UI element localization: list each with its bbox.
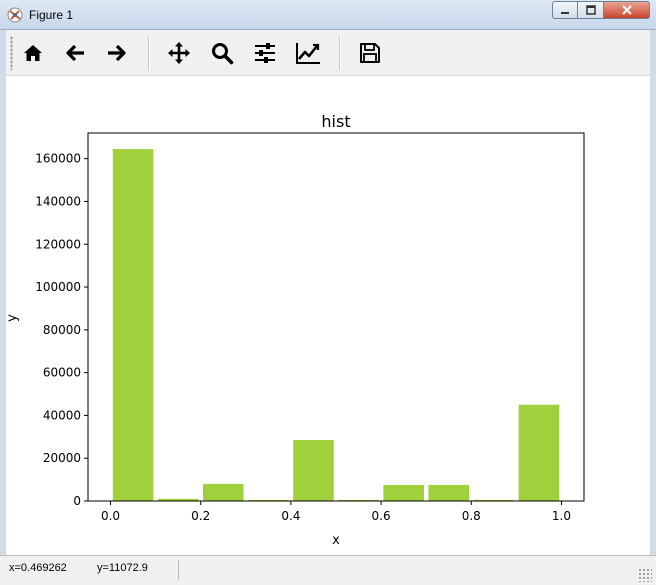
- save-floppy-icon: [360, 43, 380, 63]
- minimize-button[interactable]: [552, 1, 578, 19]
- resize-grip[interactable]: [638, 568, 652, 582]
- back-arrow-icon: [66, 44, 84, 62]
- maximize-icon: [585, 5, 596, 15]
- zoom-magnifier-icon: [212, 43, 234, 65]
- axes-frame: [87, 132, 585, 502]
- y-tick-label: 140000: [35, 194, 81, 208]
- y-tick-label: 80000: [43, 323, 81, 337]
- histogram-bar: [383, 484, 424, 501]
- status-bar: x=0.469262 y=11072.9: [0, 555, 656, 585]
- x-tick-label: 0.8: [462, 509, 481, 523]
- back-button[interactable]: [60, 38, 90, 68]
- histogram-bar: [202, 483, 244, 501]
- y-tick-label: 20000: [43, 451, 81, 465]
- toolbar-separator: [148, 36, 150, 70]
- configure-subplots-icon: [255, 43, 275, 63]
- close-icon: [621, 5, 632, 15]
- toolbar-grip[interactable]: [10, 36, 13, 70]
- edit-axis-icon: [296, 43, 320, 64]
- window-title: Figure 1: [29, 8, 74, 22]
- forward-button[interactable]: [102, 38, 132, 68]
- home-icon: [24, 45, 42, 61]
- status-separator: [178, 560, 179, 580]
- histogram-bar: [112, 149, 154, 501]
- x-axis-label: x: [332, 533, 340, 548]
- y-tick-label: 120000: [35, 237, 81, 251]
- maximize-button[interactable]: [578, 1, 604, 19]
- x-tick-label: 0.6: [372, 509, 391, 523]
- home-button[interactable]: [18, 38, 48, 68]
- y-axis-label: y: [6, 314, 20, 322]
- window-titlebar: Figure 1: [0, 0, 656, 30]
- histogram-chart[interactable]: hist 0.0 0.2 0.4 0.6 0.8 1.0 0 20000 40000 60000…: [5, 76, 650, 555]
- edit-axis-button[interactable]: [293, 38, 323, 68]
- pan-move-icon: [168, 42, 190, 64]
- save-button[interactable]: [355, 38, 385, 68]
- y-tick-label: 60000: [43, 366, 81, 380]
- navigation-toolbar: [6, 30, 650, 76]
- minimize-icon: [561, 12, 569, 14]
- figure-canvas[interactable]: hist 0.0 0.2 0.4 0.6 0.8 1.0 0 20000 40000 60000…: [5, 76, 650, 555]
- chart-title: hist: [321, 112, 350, 131]
- histogram-bar: [293, 440, 334, 501]
- cursor-x-readout: x=0.469262: [9, 562, 67, 574]
- x-tick-label: 0.2: [191, 509, 210, 523]
- y-tick-label: 0: [73, 494, 81, 508]
- toolbar-separator: [339, 36, 341, 70]
- close-button[interactable]: [604, 1, 650, 19]
- x-tick-label: 1.0: [552, 509, 571, 523]
- pan-button[interactable]: [164, 38, 194, 68]
- histogram-bar: [518, 404, 560, 501]
- window-frame-right: [650, 30, 656, 555]
- x-tick-label: 0.0: [101, 509, 120, 523]
- y-tick-label: 100000: [35, 280, 81, 294]
- zoom-button[interactable]: [207, 38, 237, 68]
- forward-arrow-icon: [108, 44, 126, 62]
- y-tick-label: 40000: [43, 408, 81, 422]
- x-tick-label: 0.4: [281, 509, 300, 523]
- configure-subplots-button[interactable]: [250, 38, 280, 68]
- app-icon: [7, 7, 23, 23]
- y-tick-label: 160000: [35, 152, 81, 166]
- cursor-y-readout: y=11072.9: [97, 562, 148, 574]
- histogram-bar: [428, 484, 470, 501]
